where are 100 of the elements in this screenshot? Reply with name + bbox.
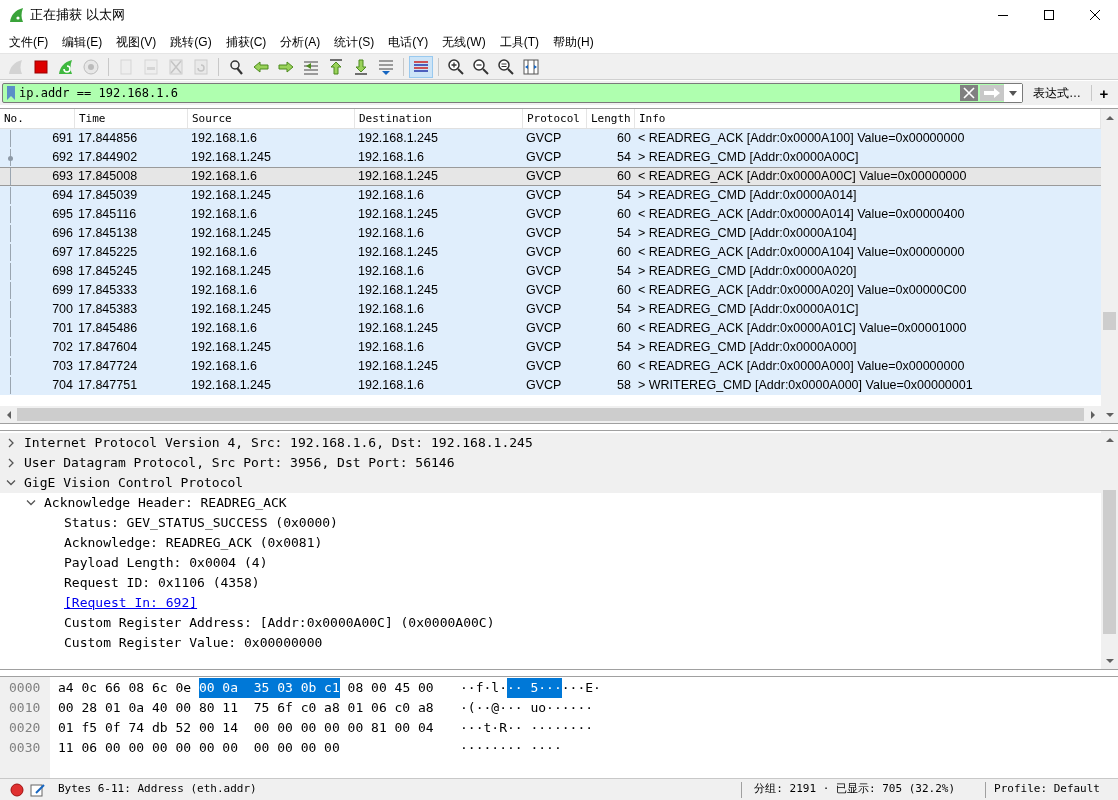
table-cell-text: 60 — [617, 130, 631, 148]
ascii-text: ··E· — [569, 679, 601, 697]
ascii-text: ·(··@··· uo······ — [460, 699, 594, 717]
column-header[interactable]: Length — [587, 109, 635, 128]
table-cell-text: 54 — [617, 149, 631, 167]
clear-button[interactable] — [960, 85, 978, 101]
top-arrow-icon — [327, 57, 345, 76]
column-header[interactable]: Destination — [355, 109, 523, 128]
table-cell-text: 192.168.1.245 — [191, 225, 271, 243]
packet-row[interactable]: 697 17.845225 192.168.1.6 192.168.1.245 GVCP 60 < READREG_ACK [Addr:0x0000A104] Value=0x00000000 — [0, 243, 1101, 262]
table-cell-text: 192.168.1.6 — [358, 149, 425, 167]
table-cell-text: < READREG_ACK [Addr:0x0000A00C] Value=0x00000000 — [638, 168, 967, 186]
column-header[interactable]: Protocol — [523, 109, 587, 128]
table-cell-text: GVCP — [526, 339, 562, 357]
packet-row[interactable]: 691 17.844856 192.168.1.6 192.168.1.245 GVCP 60 < READREG_ACK [Addr:0x0000A100] Value=0x00000000 — [0, 129, 1101, 148]
table-cell-text: 17.845039 — [78, 187, 138, 205]
packet-row[interactable]: 704 17.847751 192.168.1.245 192.168.1.6 GVCP 58 > WRITEREG_CMD [Addr:0x0000A000] Value=0x00000001 — [0, 376, 1101, 395]
table-cell-text: 192.168.1.6 — [191, 168, 258, 186]
packet-row[interactable]: 703 17.847724 192.168.1.6 192.168.1.245 GVCP 60 < READREG_ACK [Addr:0x0000A000] Value=0x00000000 — [0, 357, 1101, 376]
scrollbar-thumb[interactable] — [17, 408, 1084, 421]
menu-item[interactable]: 编辑(E) — [55, 30, 110, 53]
packet-row[interactable]: 698 17.845245 192.168.1.245 192.168.1.6 GVCP 54 > READREG_CMD [Addr:0x0000A020] — [0, 262, 1101, 281]
table-cell-text: GVCP — [526, 263, 562, 281]
app-icon — [8, 7, 24, 23]
zoom-in-icon — [447, 57, 465, 76]
menu-item[interactable]: 统计(S) — [327, 30, 382, 53]
down-arrow-icon — [1105, 411, 1114, 418]
scrollbar-thumb[interactable] — [1103, 490, 1116, 634]
bookmark-icon — [6, 85, 16, 101]
vertical-scrollbar[interactable] — [1101, 109, 1118, 423]
packet-row[interactable]: 702 17.847604 192.168.1.245 192.168.1.6 GVCP 54 > READREG_CMD [Addr:0x0000A000] — [0, 338, 1101, 357]
table-cell-text: 17.847604 — [78, 339, 138, 357]
table-cell-text: 60 — [617, 358, 631, 376]
table-cell-text: 694 — [52, 187, 73, 205]
menu-item[interactable]: 文件(F) — [2, 30, 56, 53]
tree-row[interactable]: GigE Vision Control Protocol — [0, 473, 1101, 493]
table-cell-text: 17.845383 — [78, 301, 138, 319]
packet-row[interactable]: 695 17.845116 192.168.1.6 192.168.1.245 GVCP 60 < READREG_ACK [Addr:0x0000A014] Value=0x00000400 — [0, 205, 1101, 224]
table-cell-text: 704 — [52, 377, 73, 395]
column-header[interactable]: Source — [188, 109, 355, 128]
resize-columns-icon — [522, 57, 540, 76]
bottom-arrow-icon — [352, 57, 370, 76]
table-cell-text: 192.168.1.245 — [191, 187, 271, 205]
packet-row[interactable]: 692 17.844902 192.168.1.245 192.168.1.6 GVCP 54 > READREG_CMD [Addr:0x0000A00C] — [0, 148, 1101, 167]
packet-row[interactable]: 696 17.845138 192.168.1.245 192.168.1.6 GVCP 54 > READREG_CMD [Addr:0x0000A104] — [0, 224, 1101, 243]
filter-field[interactable]: ip.addr == 192.168.1.6 — [2, 83, 1023, 103]
packet-row[interactable]: 694 17.845039 192.168.1.245 192.168.1.6 GVCP 54 > READREG_CMD [Addr:0x0000A014] — [0, 186, 1101, 205]
table-cell-text: 703 — [52, 358, 73, 376]
table-cell-text: > READREG_CMD [Addr:0x0000A01C] — [638, 301, 859, 319]
settings-icon — [82, 57, 100, 76]
packet-row[interactable]: 699 17.845333 192.168.1.6 192.168.1.245 GVCP 60 < READREG_ACK [Addr:0x0000A020] Value=0x00000C00 — [0, 281, 1101, 300]
table-cell-text: 192.168.1.6 — [191, 244, 258, 262]
table-cell-text: 700 — [52, 301, 73, 319]
right-arrow-icon — [982, 87, 1002, 99]
scrollbar-thumb[interactable] — [1103, 312, 1116, 330]
menu-item[interactable]: 捕获(C) — [218, 30, 274, 53]
table-cell-text: 192.168.1.245 — [358, 244, 438, 262]
detail-text: Payload Length: 0x0004 (4) — [64, 554, 268, 573]
tree-row[interactable]: Internet Protocol Version 4, Src: 192.168.1.6, Dst: 192.168.1.245 — [0, 433, 1101, 453]
table-cell-text: 192.168.1.245 — [191, 377, 271, 395]
horizontal-scrollbar[interactable] — [0, 406, 1101, 423]
menu-item[interactable]: 帮助(H) — [546, 30, 601, 53]
table-cell-text: 17.845116 — [78, 206, 137, 224]
menu-item[interactable]: 跳转(G) — [163, 30, 219, 53]
link[interactable]: [Request In: 692] — [64, 593, 198, 613]
menu-item[interactable]: 无线(W) — [435, 30, 493, 53]
profile-label[interactable]: Profile: Default — [994, 781, 1100, 798]
packet-row[interactable]: 700 17.845383 192.168.1.245 192.168.1.6 GVCP 54 > READREG_CMD [Addr:0x0000A01C] — [0, 300, 1101, 319]
table-cell-text: 693 — [52, 168, 73, 186]
packet-row[interactable]: 693 17.845008 192.168.1.6 192.168.1.245 GVCP 60 < READREG_ACK [Addr:0x0000A00C] Value=0x00000000 — [0, 167, 1101, 186]
menu-item[interactable]: 视图(V) — [109, 30, 164, 53]
menu-item[interactable]: 电话(Y) — [381, 30, 436, 53]
column-header[interactable]: Time — [75, 109, 188, 128]
tree-row[interactable]: User Datagram Protocol, Src Port: 3956, Dst Port: 56146 — [0, 453, 1101, 473]
add-filter-button[interactable]: + — [1092, 83, 1116, 103]
expression-button[interactable]: 表达式… — [1023, 83, 1091, 103]
table-cell-text: 192.168.1.245 — [358, 168, 438, 186]
column-header[interactable]: No. — [0, 109, 75, 128]
table-cell-text: GVCP — [526, 225, 562, 243]
table-cell-text: 701 — [52, 320, 73, 338]
table-cell-text: 192.168.1.245 — [191, 263, 271, 281]
maximize-icon — [1044, 10, 1054, 20]
table-cell-text: GVCP — [526, 282, 562, 300]
autoscroll-icon — [377, 57, 395, 76]
menu-item[interactable]: 分析(A) — [273, 30, 328, 53]
table-cell-text: 17.845138 — [78, 225, 138, 243]
hex-bytes: 11 06 00 00 00 00 00 00 00 00 00 00 — [58, 739, 340, 757]
table-cell-text: < READREG_ACK [Addr:0x0000A020] Value=0x00000C00 — [638, 282, 967, 300]
table-cell-text: 192.168.1.245 — [191, 301, 271, 319]
right-arrow-icon — [1089, 410, 1096, 419]
menu-item[interactable]: 工具(T) — [492, 30, 546, 53]
table-cell-text: 58 — [617, 377, 631, 395]
packet-row[interactable]: 701 17.845486 192.168.1.6 192.168.1.245 GVCP 60 < READREG_ACK [Addr:0x0000A01C] Value=0x00001000 — [0, 319, 1101, 338]
vertical-scrollbar[interactable] — [1101, 431, 1118, 669]
table-cell-text: 17.845245 — [78, 263, 138, 281]
ascii-text: ········ ···· — [460, 739, 562, 757]
hex-bytes: 08 00 45 00 — [346, 679, 434, 697]
table-cell-text: GVCP — [526, 377, 562, 395]
dropdown-button[interactable] — [1004, 84, 1022, 102]
table-cell-text: 192.168.1.245 — [191, 339, 271, 357]
